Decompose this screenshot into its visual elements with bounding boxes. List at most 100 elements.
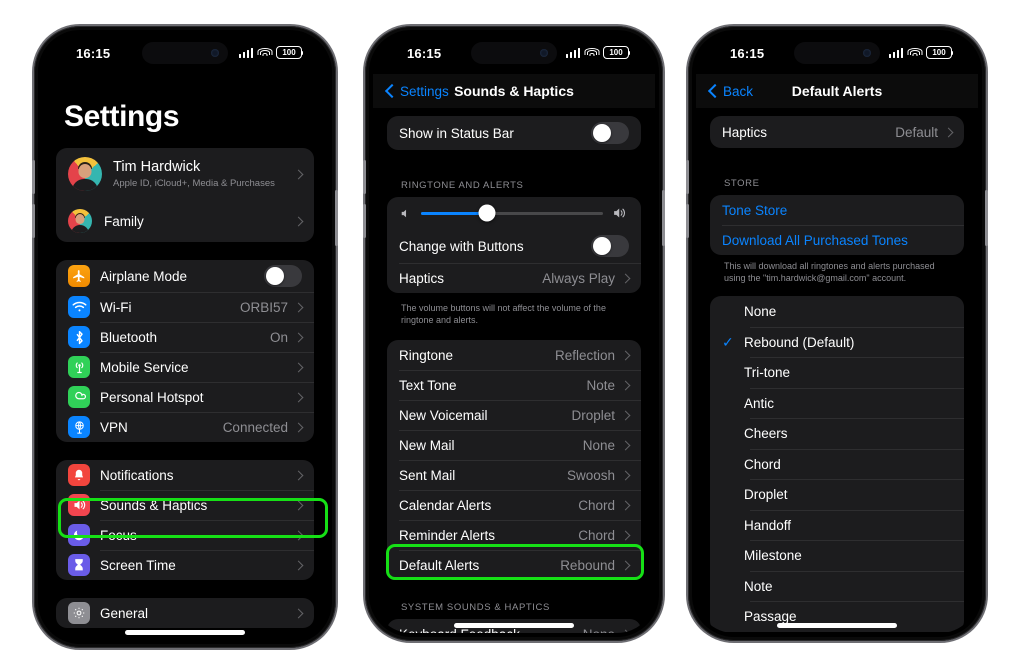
haptics-group: Haptics Default <box>710 116 964 148</box>
row-new-voicemail[interactable]: New Voicemail Droplet <box>387 400 641 430</box>
volume-slider-knob[interactable] <box>478 204 496 222</box>
row-haptics[interactable]: Haptics Always Play <box>387 263 641 293</box>
settings-list: Tim Hardwick Apple ID, iCloud+, Media & … <box>42 148 328 628</box>
row-label: Mobile Service <box>100 359 189 375</box>
settings-row-vpn[interactable]: VPN Connected <box>56 412 314 442</box>
settings-row-focus[interactable]: Focus <box>56 520 314 550</box>
settings-row-notifications[interactable]: Notifications <box>56 460 314 490</box>
chevron-right-icon <box>620 629 631 633</box>
row-new-mail[interactable]: New Mail None <box>387 430 641 460</box>
chevron-right-icon <box>293 560 304 570</box>
chevron-right-icon <box>293 470 304 480</box>
volume-slider-row[interactable] <box>387 197 641 229</box>
tone-option-milestone[interactable]: Milestone <box>710 540 964 571</box>
row-label: Calendar Alerts <box>399 497 492 513</box>
cellular-bars-icon <box>565 47 580 58</box>
nav-bar: Settings Sounds & Haptics <box>373 74 655 108</box>
chevron-right-icon <box>620 380 631 391</box>
row-value: ORBI57 <box>239 299 288 315</box>
default-alerts-list: Haptics Default STORE Tone Store Downloa… <box>696 108 978 632</box>
status-bar: 16:15 100 <box>42 34 328 74</box>
tone-option-cheers[interactable]: Cheers <box>710 418 964 449</box>
row-reminder-alerts[interactable]: Reminder Alerts Chord <box>387 520 641 550</box>
alert-tones-group: None ✓ Rebound (Default) Tri-tone Antic … <box>710 296 964 632</box>
settings-row-sounds-haptics[interactable]: Sounds & Haptics <box>56 490 314 520</box>
tone-label: Tri-tone <box>744 365 791 381</box>
volume-slider-fill <box>421 211 487 215</box>
row-text-tone[interactable]: Text Tone Note <box>387 370 641 400</box>
system-group: Notifications Sounds & Haptics Focus Scr… <box>56 460 314 580</box>
front-camera-icon <box>540 49 548 57</box>
row-label: Notifications <box>100 467 174 483</box>
row-show-in-status-bar[interactable]: Show in Status Bar <box>387 116 641 150</box>
phone2-power-button[interactable] <box>662 190 665 246</box>
family-row[interactable]: Family <box>56 200 314 242</box>
phone2-volume-up-button[interactable] <box>363 160 366 194</box>
back-button[interactable]: Back <box>707 84 753 99</box>
tone-label: Passage <box>744 609 797 625</box>
show-in-status-bar-toggle[interactable] <box>591 122 629 144</box>
row-haptics[interactable]: Haptics Default <box>710 116 964 148</box>
change-with-buttons-toggle[interactable] <box>591 235 629 257</box>
row-tone-store[interactable]: Tone Store <box>710 195 964 225</box>
tone-option-none[interactable]: None <box>710 296 964 327</box>
status-time: 16:15 <box>76 46 111 61</box>
airplane-mode-toggle[interactable] <box>264 265 302 287</box>
phone3-power-button[interactable] <box>985 190 988 246</box>
tone-option-note[interactable]: Note <box>710 570 964 602</box>
account-name: Tim Hardwick <box>113 158 201 175</box>
account-subtitle: Apple ID, iCloud+, Media & Purchases <box>113 178 275 190</box>
tone-option-chord[interactable]: Chord <box>710 448 964 480</box>
tone-checkmark: ✓ <box>722 333 734 350</box>
tone-option-droplet[interactable]: Droplet <box>710 479 964 510</box>
section-header-ringtone: RINGTONE AND ALERTS <box>401 180 524 191</box>
settings-row-mobile-service[interactable]: Mobile Service <box>56 352 314 382</box>
download-purchased-tones-link[interactable]: Download All Purchased Tones <box>722 233 952 248</box>
chevron-right-icon <box>293 216 304 226</box>
phone3-volume-down-button[interactable] <box>686 204 689 238</box>
phone3-volume-up-button[interactable] <box>686 160 689 194</box>
apple-account-row[interactable]: Tim Hardwick Apple ID, iCloud+, Media & … <box>56 148 314 200</box>
phone-settings-home: 16:15 100 Settings Tim Hardwick Apple ID… <box>34 26 336 648</box>
row-default-alerts[interactable]: Default Alerts Rebound <box>387 550 641 580</box>
row-value: Droplet <box>571 407 615 423</box>
settings-row-personal-hotspot[interactable]: Personal Hotspot <box>56 382 314 412</box>
tone-option-handoff[interactable]: Handoff <box>710 509 964 541</box>
volume-slider[interactable] <box>421 204 603 222</box>
phone1-power-button[interactable] <box>335 190 338 246</box>
settings-row-bluetooth[interactable]: Bluetooth On <box>56 322 314 352</box>
chevron-right-icon <box>620 350 631 361</box>
phone1-volume-down-button[interactable] <box>32 204 35 238</box>
tone-option-antic[interactable]: Antic <box>710 387 964 419</box>
chevron-right-icon <box>620 273 631 283</box>
tone-option-rebound[interactable]: ✓ Rebound (Default) <box>710 326 964 358</box>
row-sent-mail[interactable]: Sent Mail Swoosh <box>387 460 641 490</box>
settings-row-screen-time[interactable]: Screen Time <box>56 550 314 580</box>
section-header-system-sounds: SYSTEM SOUNDS & HAPTICS <box>401 602 550 614</box>
row-label: New Voicemail <box>399 407 488 423</box>
general-group: General <box>56 598 314 628</box>
chevron-right-icon <box>293 392 304 402</box>
phone3-bezel: 16:15 100 Back Default Alerts Haptics De… <box>692 30 982 637</box>
tone-store-link[interactable]: Tone Store <box>722 203 952 218</box>
row-ringtone[interactable]: Ringtone Reflection <box>387 340 641 370</box>
row-value: Reflection <box>554 347 615 363</box>
tone-option-tri-tone[interactable]: Tri-tone <box>710 357 964 388</box>
row-change-with-buttons[interactable]: Change with Buttons <box>387 229 641 263</box>
phone2-volume-down-button[interactable] <box>363 204 366 238</box>
chevron-right-icon <box>620 500 631 511</box>
store-footnote: This will download all ringtones and ale… <box>724 261 935 284</box>
row-label: Haptics <box>722 124 768 140</box>
settings-row-wifi[interactable]: Wi-Fi ORBI57 <box>56 292 314 322</box>
phone1-volume-up-button[interactable] <box>32 160 35 194</box>
row-calendar-alerts[interactable]: Calendar Alerts Chord <box>387 490 641 520</box>
row-value: Connected <box>222 419 288 435</box>
dynamic-island <box>794 42 880 64</box>
back-button[interactable]: Settings <box>384 84 449 99</box>
status-indicators: 100 <box>565 46 629 59</box>
settings-row-general[interactable]: General <box>56 598 314 628</box>
row-download-purchased-tones[interactable]: Download All Purchased Tones <box>710 225 964 255</box>
sounds-list: Show in Status Bar RINGTONE AND ALERTS C… <box>373 108 655 633</box>
hourglass-icon <box>68 554 90 576</box>
settings-row-airplane-mode[interactable]: Airplane Mode <box>56 260 314 292</box>
